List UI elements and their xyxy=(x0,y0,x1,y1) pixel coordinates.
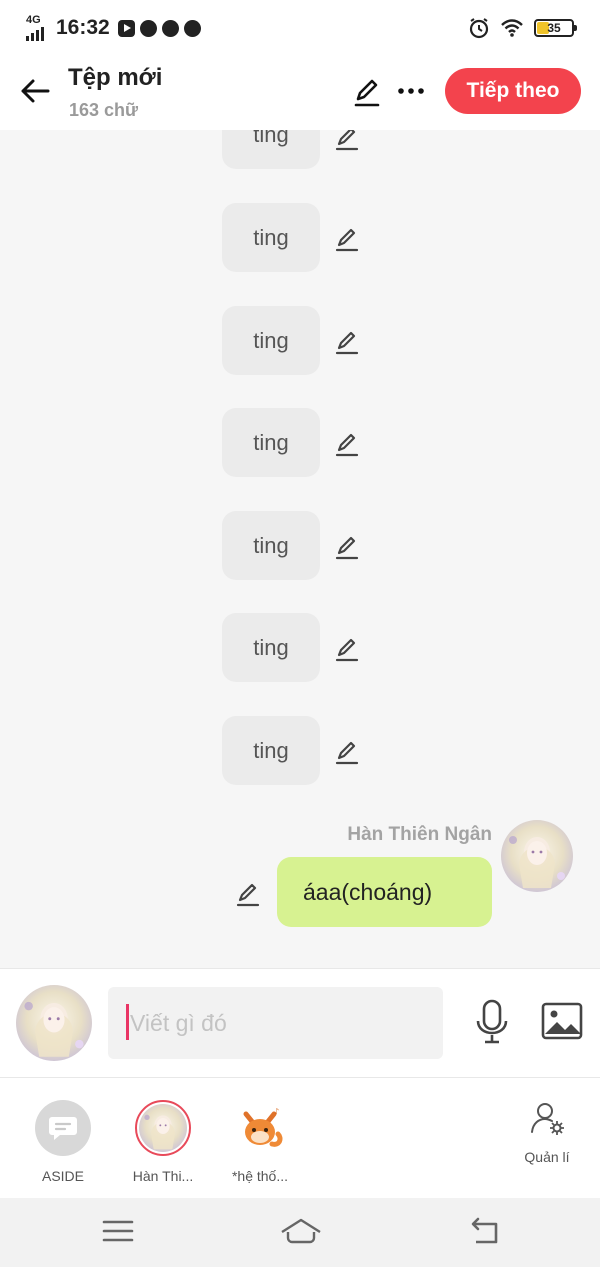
pencil-icon[interactable] xyxy=(333,225,361,253)
home-icon[interactable] xyxy=(280,1216,322,1246)
wifi-icon xyxy=(501,19,523,37)
network-indicator: 4G xyxy=(26,15,48,41)
message-bubble[interactable]: ting xyxy=(222,408,320,477)
youtube-icon xyxy=(117,19,135,37)
message-bubble[interactable]: ting xyxy=(222,130,320,169)
alarm-icon xyxy=(469,18,489,39)
system-nav-bar xyxy=(0,1198,600,1267)
avatar[interactable] xyxy=(501,820,573,892)
message-input[interactable] xyxy=(108,987,443,1059)
aside-avatar xyxy=(35,1100,91,1156)
messenger-icon xyxy=(139,19,157,37)
fox-avatar: ♪ xyxy=(232,1100,288,1156)
image-icon[interactable] xyxy=(541,1002,583,1040)
character-he-thong[interactable]: ♪ *hệ thố... xyxy=(210,1100,310,1184)
sender-name: Hàn Thiên Ngân xyxy=(347,824,492,845)
clock-icon xyxy=(183,19,201,37)
character-label: Hàn Thi... xyxy=(132,1168,194,1184)
character-bar: ASIDE Hàn Thi... ♪ *hệ thố... Quản lí xyxy=(0,1078,600,1198)
composer xyxy=(0,968,600,1078)
back-nav-icon[interactable] xyxy=(466,1216,502,1246)
microphone-icon[interactable] xyxy=(474,999,510,1045)
message-bubble[interactable]: ting xyxy=(222,613,320,682)
edit-title-icon[interactable] xyxy=(350,75,384,109)
composer-avatar[interactable] xyxy=(16,985,92,1061)
message-bubble[interactable]: ting xyxy=(222,306,320,375)
pencil-icon[interactable] xyxy=(333,738,361,766)
back-arrow-icon[interactable] xyxy=(18,74,52,108)
manage-button[interactable]: Quản lí xyxy=(510,1100,584,1165)
selected-character-avatar xyxy=(135,1100,191,1156)
pencil-icon[interactable] xyxy=(333,130,361,152)
app-header: Tệp mới 163 chữ Tiếp theo xyxy=(0,56,600,130)
battery-level: 35 xyxy=(547,21,561,35)
notification-icons xyxy=(117,19,201,37)
character-label: *hệ thố... xyxy=(231,1168,289,1184)
pencil-icon[interactable] xyxy=(333,430,361,458)
message-bubble[interactable]: ting xyxy=(222,511,320,580)
message-bubble[interactable]: ting xyxy=(222,716,320,785)
word-count: 163 chữ xyxy=(69,100,139,120)
next-button[interactable]: Tiếp theo xyxy=(445,68,581,114)
menu-icon[interactable] xyxy=(100,1216,136,1246)
status-bar: 4G 16:32 35 xyxy=(0,0,600,56)
character-aside[interactable]: ASIDE xyxy=(13,1100,113,1184)
my-message-bubble[interactable]: áaa(choáng) xyxy=(277,857,492,927)
signal-icon xyxy=(26,27,48,41)
network-label: 4G xyxy=(26,14,41,26)
character-han-thien-ngan[interactable]: Hàn Thi... xyxy=(113,1100,213,1184)
pencil-icon[interactable] xyxy=(234,880,262,908)
pencil-icon[interactable] xyxy=(333,533,361,561)
chat-bubble-icon xyxy=(49,1117,77,1140)
message-bubble[interactable]: ting xyxy=(222,203,320,272)
battery-icon: 35 xyxy=(534,19,577,37)
text-cursor xyxy=(126,1004,129,1040)
page-title: Tệp mới xyxy=(68,64,163,91)
more-options-icon[interactable] xyxy=(396,76,426,106)
chrome-icon xyxy=(161,19,179,37)
character-label: ASIDE xyxy=(41,1168,84,1184)
pencil-icon[interactable] xyxy=(333,635,361,663)
manage-label: Quản lí xyxy=(524,1149,570,1165)
svg-text:♪: ♪ xyxy=(274,1107,279,1116)
user-settings-icon xyxy=(531,1103,564,1135)
chat-area[interactable]: ting ting ting ting ting ting ting Hàn T… xyxy=(0,130,600,968)
status-time: 16:32 xyxy=(56,16,110,39)
pencil-icon[interactable] xyxy=(333,328,361,356)
